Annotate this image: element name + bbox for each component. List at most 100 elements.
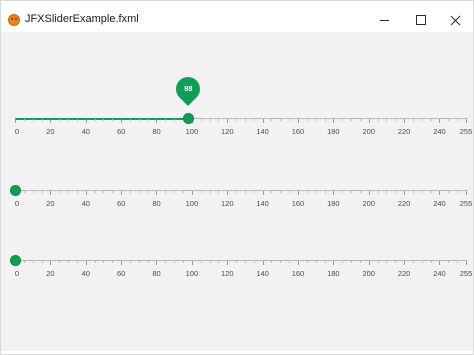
slider-2[interactable]: 0 20 40 60 80 100 120 140 160 180 200 220 240 255 xyxy=(1,184,473,230)
minor-tick xyxy=(324,191,326,193)
major-tick xyxy=(297,191,299,195)
minor-tick xyxy=(280,261,282,263)
major-tick xyxy=(333,261,335,265)
minor-tick xyxy=(129,119,131,121)
minor-tick xyxy=(289,119,291,121)
minor-tick xyxy=(351,191,353,193)
minor-tick xyxy=(280,191,282,193)
java-duke-icon xyxy=(8,14,20,26)
major-tick xyxy=(121,261,123,265)
tick-label: 40 xyxy=(81,199,90,208)
minor-tick xyxy=(112,191,114,193)
major-tick xyxy=(439,119,441,123)
minimize-button[interactable] xyxy=(369,5,399,35)
major-tick xyxy=(333,119,335,123)
minor-tick xyxy=(244,191,246,193)
major-tick xyxy=(404,191,406,195)
minor-tick xyxy=(183,261,185,263)
minor-tick xyxy=(315,191,317,193)
major-tick xyxy=(156,119,158,123)
minor-tick xyxy=(306,261,308,263)
minor-tick xyxy=(351,261,353,263)
minor-tick xyxy=(112,261,114,263)
minor-tick xyxy=(342,119,344,121)
minor-tick xyxy=(41,119,43,121)
minor-tick xyxy=(244,261,246,263)
tick-label: 220 xyxy=(397,127,411,136)
tick-label: 40 xyxy=(81,269,90,278)
major-tick xyxy=(439,191,441,195)
tick-label: 160 xyxy=(291,269,305,278)
minor-tick xyxy=(253,261,255,263)
minor-tick xyxy=(377,191,379,193)
minor-tick xyxy=(94,191,96,193)
slider-thumb[interactable] xyxy=(182,112,194,124)
major-tick xyxy=(368,191,370,195)
tick-label: 20 xyxy=(46,269,55,278)
major-tick xyxy=(227,191,229,195)
tick-label: 120 xyxy=(220,269,234,278)
tick-label: 220 xyxy=(397,269,411,278)
minor-tick xyxy=(395,261,397,263)
minor-tick xyxy=(359,191,361,193)
major-tick xyxy=(404,119,406,123)
tick-label: 60 xyxy=(116,199,126,208)
minor-tick xyxy=(23,119,25,121)
tick-label: 0 xyxy=(14,269,20,278)
slider-thumb[interactable] xyxy=(9,254,21,266)
minor-tick xyxy=(165,191,167,193)
tick-label: 255 xyxy=(459,199,473,208)
tick-label: 120 xyxy=(220,127,234,136)
minor-tick xyxy=(386,191,388,193)
minor-tick xyxy=(271,119,273,121)
title-bar[interactable]: JFXSliderExample.fxml xyxy=(1,1,473,32)
minor-tick xyxy=(129,191,131,193)
minor-tick xyxy=(271,261,273,263)
major-tick xyxy=(85,119,87,123)
minor-tick xyxy=(59,191,61,193)
tick-label: 140 xyxy=(256,269,269,278)
tick-label: 160 xyxy=(291,127,305,136)
minor-tick xyxy=(200,119,202,121)
tick-label: 80 xyxy=(152,199,161,208)
minor-tick xyxy=(138,119,140,121)
major-tick xyxy=(85,191,87,195)
tick-label: 100 xyxy=(185,269,199,278)
minor-tick xyxy=(112,119,114,121)
minor-tick xyxy=(138,261,140,263)
minor-tick xyxy=(324,261,326,263)
minor-tick xyxy=(165,119,167,121)
minor-tick xyxy=(103,191,105,193)
slider-1[interactable]: 0 20 40 60 80 100 120 140 160 180 200 220 240 255 98 xyxy=(1,72,473,158)
major-tick xyxy=(439,261,441,265)
minor-tick xyxy=(76,261,78,263)
minor-tick xyxy=(147,191,149,193)
minor-tick xyxy=(174,119,176,121)
minor-tick xyxy=(236,261,238,263)
minor-tick xyxy=(147,261,149,263)
major-tick xyxy=(368,119,370,123)
minor-tick xyxy=(342,261,344,263)
close-button[interactable] xyxy=(441,5,471,35)
minor-tick xyxy=(59,119,61,121)
major-tick xyxy=(368,261,370,265)
tick-label: 60 xyxy=(116,269,126,278)
minor-tick xyxy=(271,191,273,193)
minor-tick xyxy=(306,191,308,193)
minor-tick xyxy=(448,191,450,193)
slider-thumb[interactable] xyxy=(9,184,21,196)
tick-label: 80 xyxy=(152,269,161,278)
minor-tick xyxy=(430,261,432,263)
tick-label: 240 xyxy=(433,269,446,278)
tick-label: 240 xyxy=(433,127,446,136)
minor-tick xyxy=(103,119,105,121)
maximize-button[interactable] xyxy=(406,5,436,35)
minor-tick xyxy=(59,261,61,263)
minor-tick xyxy=(147,119,149,121)
minor-tick xyxy=(386,119,388,121)
minor-tick xyxy=(412,191,414,193)
major-tick xyxy=(404,261,406,265)
slider-3[interactable]: 0 20 40 60 80 100 120 140 160 180 200 220 240 255 xyxy=(1,254,473,300)
major-tick xyxy=(333,191,335,195)
major-tick xyxy=(50,191,52,195)
